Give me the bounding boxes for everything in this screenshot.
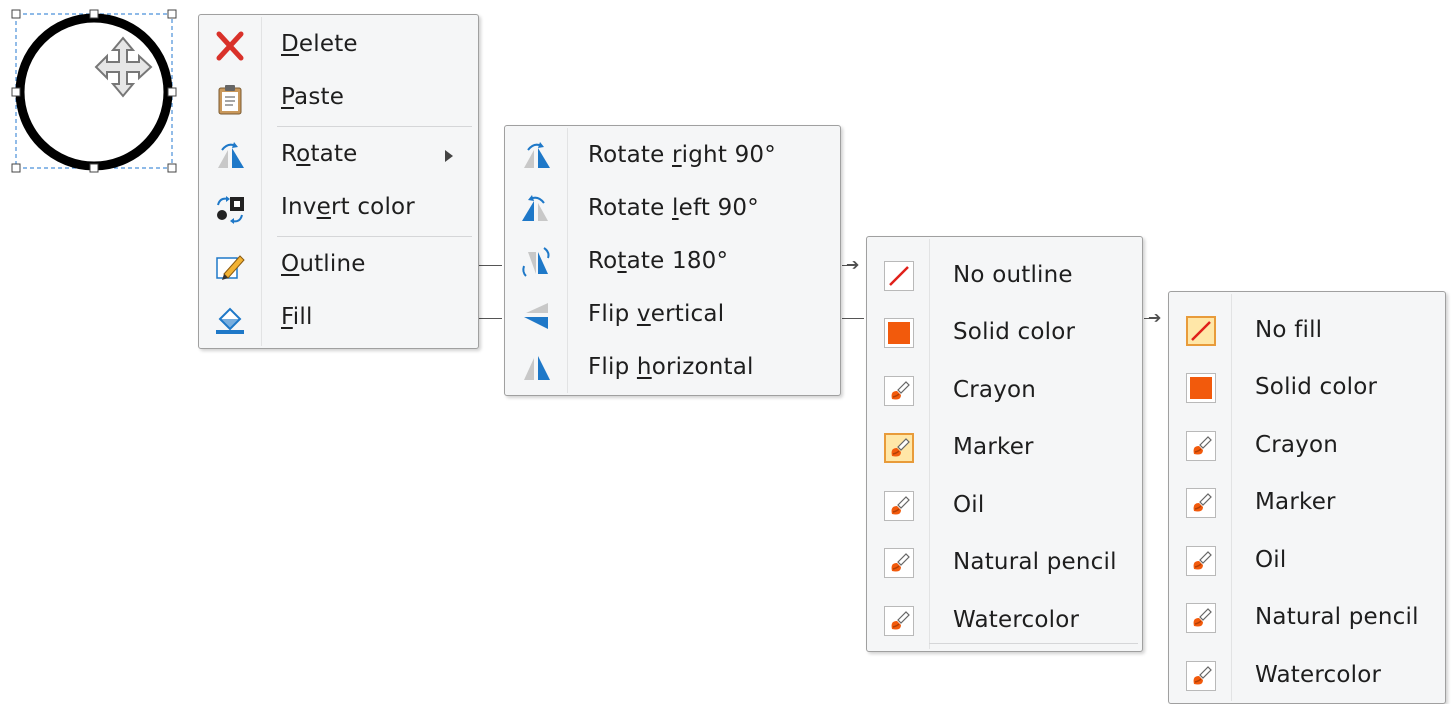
menu-item-label: No outline (953, 261, 1073, 288)
context-menu: Delete Paste Rotate Invert color Outline… (198, 14, 479, 349)
brush-swatch-icon (1186, 488, 1216, 519)
fill-bucket-icon (214, 303, 246, 335)
menu-item-label: Natural pencil (1255, 604, 1419, 631)
no-color-swatch-icon (1186, 315, 1216, 346)
menu-item-flip-vertical[interactable]: Flip vertical (505, 293, 840, 337)
flip-vertical-icon (520, 299, 552, 331)
outline-option-watercolor[interactable]: Watercolor (867, 594, 1142, 648)
brush-swatch-icon (884, 490, 914, 521)
menu-item-rotate[interactable]: Rotate (199, 135, 478, 177)
menu-item-label: Watercolor (1255, 661, 1382, 688)
menu-separator (277, 236, 472, 237)
pencil-icon (214, 250, 246, 282)
menu-item-label: Marker (953, 434, 1034, 461)
resize-handle-se (167, 163, 177, 173)
fill-option-oil[interactable]: Oil (1169, 534, 1445, 588)
resize-handle-n (89, 9, 99, 19)
menu-item-label: Invert color (281, 194, 415, 220)
fill-option-natural-pencil[interactable]: Natural pencil (1169, 592, 1445, 646)
outline-option-natural-pencil[interactable]: Natural pencil (867, 537, 1142, 591)
menu-item-label: Oil (1255, 546, 1287, 573)
rotate-submenu: Rotate right 90° Rotate left 90° Rotate … (504, 125, 841, 396)
brush-swatch-icon (1186, 545, 1216, 576)
menu-item-label: Paste (281, 84, 345, 110)
rotate-icon (214, 140, 246, 172)
outline-option-solid-color[interactable]: Solid color (867, 307, 1142, 361)
menu-item-label: Watercolor (953, 606, 1080, 633)
outline-option-marker[interactable]: Marker (867, 422, 1142, 476)
move-cursor-icon (94, 36, 153, 98)
menu-item-rotate-right[interactable]: Rotate right 90° (505, 134, 840, 178)
resize-handle-e (167, 87, 177, 97)
menu-item-label: Rotate (281, 141, 358, 167)
submenu-arrow-icon (445, 150, 453, 162)
rotate-180-icon (520, 246, 552, 278)
menu-item-label: Outline (281, 251, 366, 277)
outline-option-oil[interactable]: Oil (867, 479, 1142, 533)
menu-item-label: Solid color (953, 319, 1076, 346)
brush-swatch-icon (884, 605, 914, 636)
clipboard-icon (214, 83, 246, 115)
resize-handle-ne (167, 9, 177, 19)
rotate-left-icon (520, 193, 552, 225)
menu-item-label: Natural pencil (953, 549, 1117, 576)
menu-item-rotate-left[interactable]: Rotate left 90° (505, 187, 840, 231)
menu-item-fill[interactable]: Fill (199, 298, 478, 340)
menu-item-label: Flip vertical (588, 301, 725, 327)
outline-arrow-icon: ➔ (846, 255, 860, 274)
fill-option-solid-color[interactable]: Solid color (1169, 362, 1445, 416)
menu-item-label: Rotate left 90° (588, 195, 759, 221)
outline-option-crayon[interactable]: Crayon (867, 364, 1142, 418)
menu-item-label: Flip horizontal (588, 354, 754, 380)
delete-x-icon (214, 30, 246, 62)
no-color-swatch-icon (884, 260, 914, 291)
fill-option-no-fill[interactable]: No fill (1169, 304, 1445, 358)
fill-arrow-icon: ➔ (1148, 308, 1162, 327)
menu-item-label: Rotate right 90° (588, 142, 776, 168)
resize-handle-nw (11, 9, 21, 19)
outline-submenu: No outline Solid color Crayon Marker Oil Natu… (866, 236, 1143, 652)
menu-item-label: Crayon (953, 376, 1037, 403)
brush-swatch-icon (884, 433, 914, 464)
fill-submenu: No fill Solid color Crayon Marker Oil Natural… (1168, 291, 1446, 704)
menu-item-label: Oil (953, 491, 985, 518)
fill-connector-line-2 (842, 318, 864, 319)
menu-item-label: Delete (281, 31, 358, 57)
selected-shape[interactable] (0, 0, 190, 180)
menu-item-label: No fill (1255, 316, 1323, 343)
fill-option-marker[interactable]: Marker (1169, 477, 1445, 531)
rotate-right-icon (520, 140, 552, 172)
menu-item-label: Solid color (1255, 374, 1378, 401)
menu-item-label: Crayon (1255, 431, 1339, 458)
resize-handle-sw (11, 163, 21, 173)
solid-color-swatch-icon (884, 318, 914, 349)
fill-option-crayon[interactable]: Crayon (1169, 419, 1445, 473)
menu-item-outline[interactable]: Outline (199, 245, 478, 287)
fill-option-watercolor[interactable]: Watercolor (1169, 649, 1445, 703)
resize-handle-w (11, 87, 21, 97)
menu-item-paste[interactable]: Paste (199, 78, 478, 120)
menu-item-invert-color[interactable]: Invert color (199, 188, 478, 230)
solid-color-swatch-icon (1186, 373, 1216, 404)
brush-swatch-icon (1186, 660, 1216, 691)
resize-handle-s (89, 163, 99, 173)
outline-option-no-outline[interactable]: No outline (867, 249, 1142, 303)
brush-swatch-icon (1186, 430, 1216, 461)
brush-swatch-icon (884, 548, 914, 579)
menu-item-flip-horizontal[interactable]: Flip horizontal (505, 346, 840, 390)
menu-item-label: Rotate 180° (588, 248, 729, 274)
brush-swatch-icon (1186, 603, 1216, 634)
menu-item-rotate-180[interactable]: Rotate 180° (505, 240, 840, 284)
menu-item-label: Fill (281, 304, 313, 330)
invert-color-icon (214, 193, 246, 225)
menu-item-label: Marker (1255, 489, 1336, 516)
flip-horizontal-icon (520, 352, 552, 384)
menu-separator (277, 126, 472, 127)
menu-item-delete[interactable]: Delete (199, 25, 478, 67)
brush-swatch-icon (884, 375, 914, 406)
